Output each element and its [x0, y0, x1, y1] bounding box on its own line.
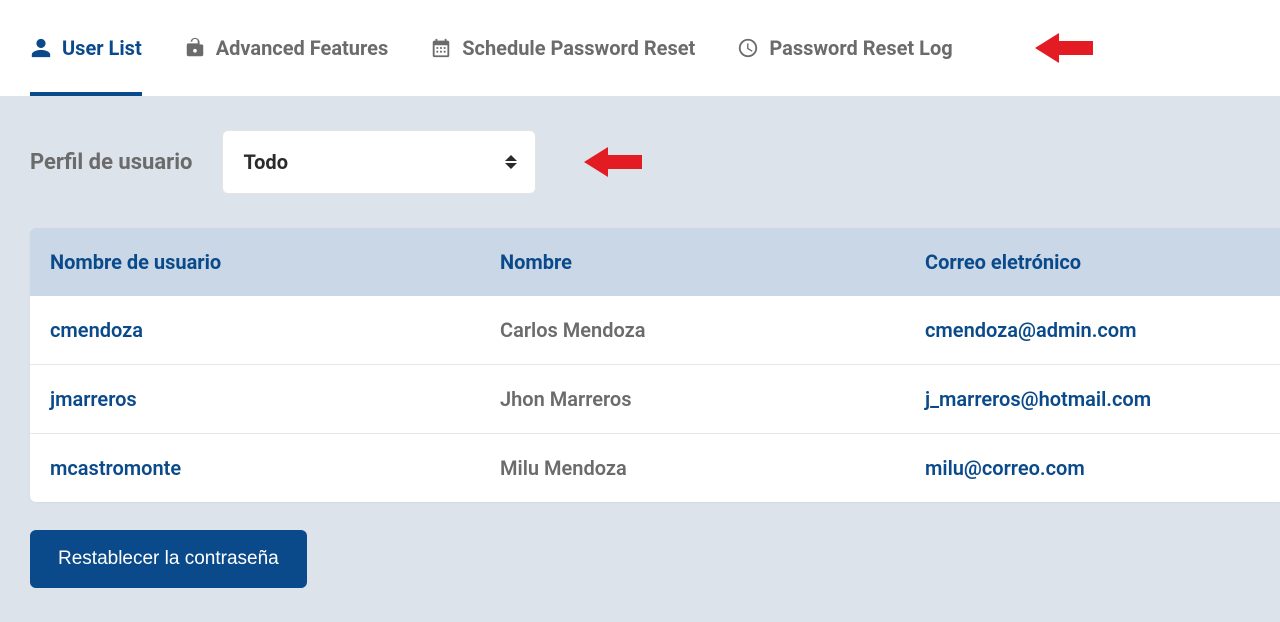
table-row[interactable]: jmarreros Jhon Marreros j_marreros@hotma…	[30, 365, 1280, 434]
filter-row: Perfil de usuario Todo	[30, 130, 1280, 194]
cell-username: cmendoza	[30, 296, 480, 365]
select-value: Todo	[243, 150, 288, 174]
tab-password-reset-log[interactable]: Password Reset Log	[737, 0, 952, 96]
profile-select[interactable]: Todo	[222, 130, 536, 194]
cell-fullname: Jhon Marreros	[480, 365, 905, 434]
table-row[interactable]: cmendoza Carlos Mendoza cmendoza@admin.c…	[30, 296, 1280, 365]
user-icon	[30, 37, 52, 59]
table-header-row: Nombre de usuario Nombre Correo eletróni…	[30, 228, 1280, 296]
user-table: Nombre de usuario Nombre Correo eletróni…	[30, 228, 1280, 502]
clock-icon	[737, 37, 759, 59]
cell-fullname: Carlos Mendoza	[480, 296, 905, 365]
tab-label: User List	[62, 36, 142, 60]
col-email[interactable]: Correo eletrónico	[905, 228, 1280, 296]
lock-open-icon	[184, 37, 206, 59]
col-fullname[interactable]: Nombre	[480, 228, 905, 296]
tab-schedule-password-reset[interactable]: Schedule Password Reset	[430, 0, 695, 96]
tab-label: Schedule Password Reset	[462, 36, 695, 60]
annotation-arrow-icon	[1035, 33, 1093, 63]
cell-email: milu@correo.com	[905, 434, 1280, 503]
cell-username: mcastromonte	[30, 434, 480, 503]
calendar-icon	[430, 37, 452, 59]
table-row[interactable]: mcastromonte Milu Mendoza milu@correo.co…	[30, 434, 1280, 503]
tab-advanced-features[interactable]: Advanced Features	[184, 0, 389, 96]
filter-label: Perfil de usuario	[30, 150, 192, 175]
select-sort-icon	[505, 155, 517, 169]
tabs-bar: User List Advanced Features Schedule Pas…	[0, 0, 1280, 96]
tab-user-list[interactable]: User List	[30, 0, 142, 96]
annotation-arrow-icon	[584, 147, 642, 177]
content-area: Perfil de usuario Todo Nombre de usuario…	[0, 96, 1280, 622]
tab-label: Password Reset Log	[769, 36, 952, 60]
cell-email: cmendoza@admin.com	[905, 296, 1280, 365]
tab-label: Advanced Features	[216, 36, 389, 60]
reset-password-button[interactable]: Restablecer la contraseña	[30, 530, 307, 588]
cell-fullname: Milu Mendoza	[480, 434, 905, 503]
cell-email: j_marreros@hotmail.com	[905, 365, 1280, 434]
cell-username: jmarreros	[30, 365, 480, 434]
col-username[interactable]: Nombre de usuario	[30, 228, 480, 296]
